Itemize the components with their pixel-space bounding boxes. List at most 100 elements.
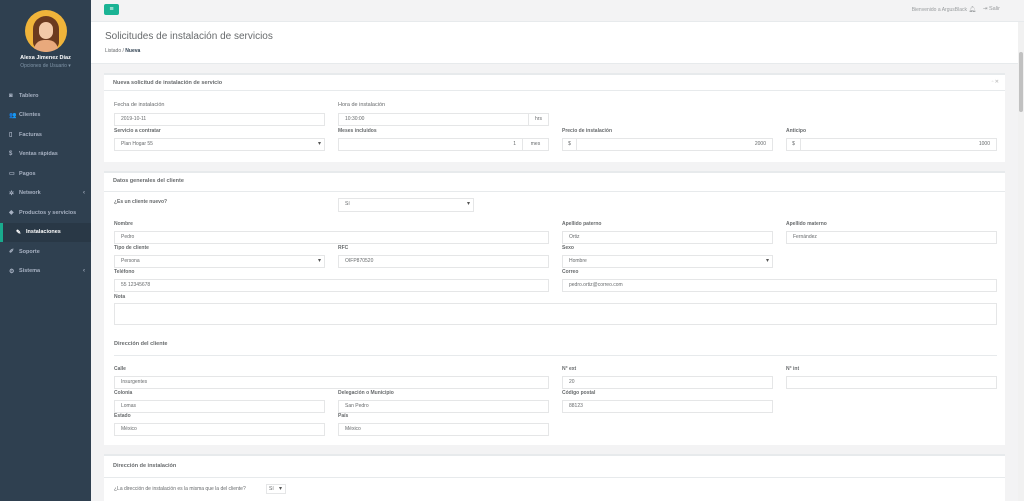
chevron-left-icon: ‹ [83, 268, 85, 275]
money-icon: ▭ [9, 171, 15, 178]
sidebar-item-network[interactable]: ✲ Network ‹ [0, 184, 91, 204]
sidebar: Alexa Jimenez Díaz Opciones de Usuario ▾… [0, 0, 91, 501]
menu-toggle-button[interactable]: ≡ [104, 4, 119, 15]
nota-label: Nota [114, 294, 126, 300]
user-options[interactable]: Opciones de Usuario ▾ [0, 63, 91, 69]
anticipo-input[interactable]: 1000 [800, 138, 997, 151]
telefono-label: Teléfono [114, 269, 135, 275]
hora-input[interactable]: 10:30:00 [338, 113, 529, 126]
sidebar-item-tablero[interactable]: ◙ Tablero [0, 86, 91, 106]
hora-unit: hrs [528, 113, 549, 126]
apellido-paterno-input[interactable]: Ortiz [562, 231, 773, 244]
divider [114, 355, 997, 356]
bars-icon: ≡ [109, 6, 114, 13]
apellido-paterno-label: Apellido paterno [562, 221, 602, 227]
breadcrumb-parent[interactable]: Listado [105, 48, 121, 54]
user-name: Alexa Jimenez Díaz [20, 55, 71, 61]
calle-label: Calle [114, 366, 126, 372]
support-icon: ✐ [9, 249, 15, 256]
scrollbar[interactable] [1018, 22, 1024, 501]
topbar: ≡ Bienvenido a ArgusBlack 🔔︎ ⇥ Salir [91, 0, 1024, 22]
sign-out-icon: ⇥ [982, 6, 988, 12]
estado-label: Estado [114, 413, 131, 419]
file-icon: ▯ [9, 132, 13, 139]
scrollbar-thumb[interactable] [1019, 52, 1023, 112]
panel-tools-icon[interactable]: ▫ ✕ [992, 79, 999, 85]
installation-address-panel: Dirección de instalación ¿La dirección d… [104, 454, 1005, 501]
sidebar-item-pagos[interactable]: ▭ Pagos [0, 164, 91, 184]
avatar[interactable] [24, 10, 67, 52]
pais-input[interactable]: México [338, 423, 549, 436]
rfc-label: RFC [338, 245, 349, 251]
bell-icon[interactable]: 🔔︎ [968, 6, 976, 13]
sitemap-icon: ✲ [9, 190, 15, 197]
tipo-cliente-select[interactable]: Persona [114, 255, 325, 268]
panel-title: Nueva solicitud de instalación de servic… [104, 75, 1005, 91]
logout-link[interactable]: ⇥ Salir [983, 6, 1000, 12]
tipo-cliente-label: Tipo de cliente [114, 245, 149, 251]
page-heading: Solicitudes de instalación de servicios … [91, 22, 1018, 64]
sidebar-item-productos[interactable]: ◆ Productos y servicios [0, 203, 91, 223]
sidebar-item-clientes[interactable]: 👥 Clientes [0, 106, 91, 126]
sidebar-item-facturas[interactable]: ▯ Facturas [0, 125, 91, 145]
anticipo-currency: $ [786, 138, 801, 151]
precio-input[interactable]: 2000 [576, 138, 773, 151]
installation-request-panel: Nueva solicitud de instalación de servic… [104, 73, 1005, 162]
colonia-input[interactable]: Lomas [114, 400, 325, 413]
meses-input[interactable]: 1 [338, 138, 523, 151]
fecha-input[interactable]: 2019-10-11 [114, 113, 325, 126]
colonia-label: Colonia [114, 390, 133, 396]
fecha-label: Fecha de instalación [114, 102, 165, 108]
misma-direccion-label: ¿La dirección de instalación es la misma… [114, 486, 246, 492]
breadcrumb: Listado / Nueva [105, 48, 141, 54]
delegacion-input[interactable]: San Pedro [338, 400, 549, 413]
cliente-nuevo-select[interactable]: Sí [338, 198, 474, 212]
cliente-nuevo-label: ¿Es un cliente nuevo? [114, 199, 168, 205]
welcome-text: Bienvenido a ArgusBlack [911, 7, 967, 13]
num-ext-input[interactable]: 20 [562, 376, 773, 389]
rfc-input[interactable]: OIFP870520 [338, 255, 549, 268]
servicio-select[interactable]: Plan Hogar 55 [114, 138, 325, 151]
codigo-postal-input[interactable]: 88123 [562, 400, 773, 413]
sexo-label: Sexo [562, 245, 574, 251]
sidebar-item-instalaciones[interactable]: ✎ Instalaciones [0, 222, 91, 242]
calle-input[interactable]: Insurgentes [114, 376, 549, 389]
dashboard-icon: ◙ [9, 92, 13, 99]
profile: Alexa Jimenez Díaz Opciones de Usuario ▾ [0, 0, 91, 80]
estado-input[interactable]: México [114, 423, 325, 436]
panel-title: Dirección de instalación [104, 456, 1005, 478]
sidebar-item-soporte[interactable]: ✐ Soporte [0, 242, 91, 262]
caret-down-icon: ▾ [68, 63, 71, 69]
correo-input[interactable]: pedro.ortiz@correo.com [562, 279, 997, 292]
meses-label: Meses incluidos [338, 128, 377, 134]
dollar-icon: $ [9, 151, 13, 158]
precio-currency: $ [562, 138, 577, 151]
page-title: Solicitudes de instalación de servicios [105, 31, 273, 42]
pais-label: País [338, 413, 349, 419]
tag-icon: ◆ [9, 210, 14, 217]
correo-label: Correo [562, 269, 579, 275]
nota-textarea[interactable] [114, 303, 997, 325]
num-int-input[interactable] [786, 376, 997, 389]
hora-label: Hora de instalación [338, 102, 386, 108]
cogs-icon: ⚙ [9, 268, 15, 275]
apellido-materno-input[interactable]: Fernández [786, 231, 997, 244]
sidebar-nav: ◙ Tablero 👥 Clientes ▯ Facturas $ Ventas ráp… [0, 86, 91, 281]
delegacion-label: Delegación o Municipio [338, 390, 394, 396]
misma-direccion-select[interactable]: Sí [266, 484, 286, 494]
nombre-label: Nombre [114, 221, 133, 227]
codigo-postal-label: Código postal [562, 390, 596, 396]
nombre-input[interactable]: Pedro [114, 231, 549, 244]
wrench-icon: ✎ [16, 229, 22, 236]
breadcrumb-current: Nueva [125, 48, 141, 54]
apellido-materno-label: Apellido materno [786, 221, 827, 227]
users-icon: 👥 [9, 112, 17, 119]
anticipo-label: Anticipo [786, 128, 806, 134]
sexo-select[interactable]: Hombre [562, 255, 773, 268]
meses-unit: mes [522, 138, 549, 151]
sidebar-item-ventas[interactable]: $ Ventas rápidas [0, 145, 91, 165]
num-ext-label: N° ext [562, 366, 577, 372]
client-data-panel: Datos generales del cliente ¿Es un clien… [104, 171, 1005, 445]
sidebar-item-sistema[interactable]: ⚙ Sistema ‹ [0, 262, 91, 282]
telefono-input[interactable]: 55 12345678 [114, 279, 549, 292]
